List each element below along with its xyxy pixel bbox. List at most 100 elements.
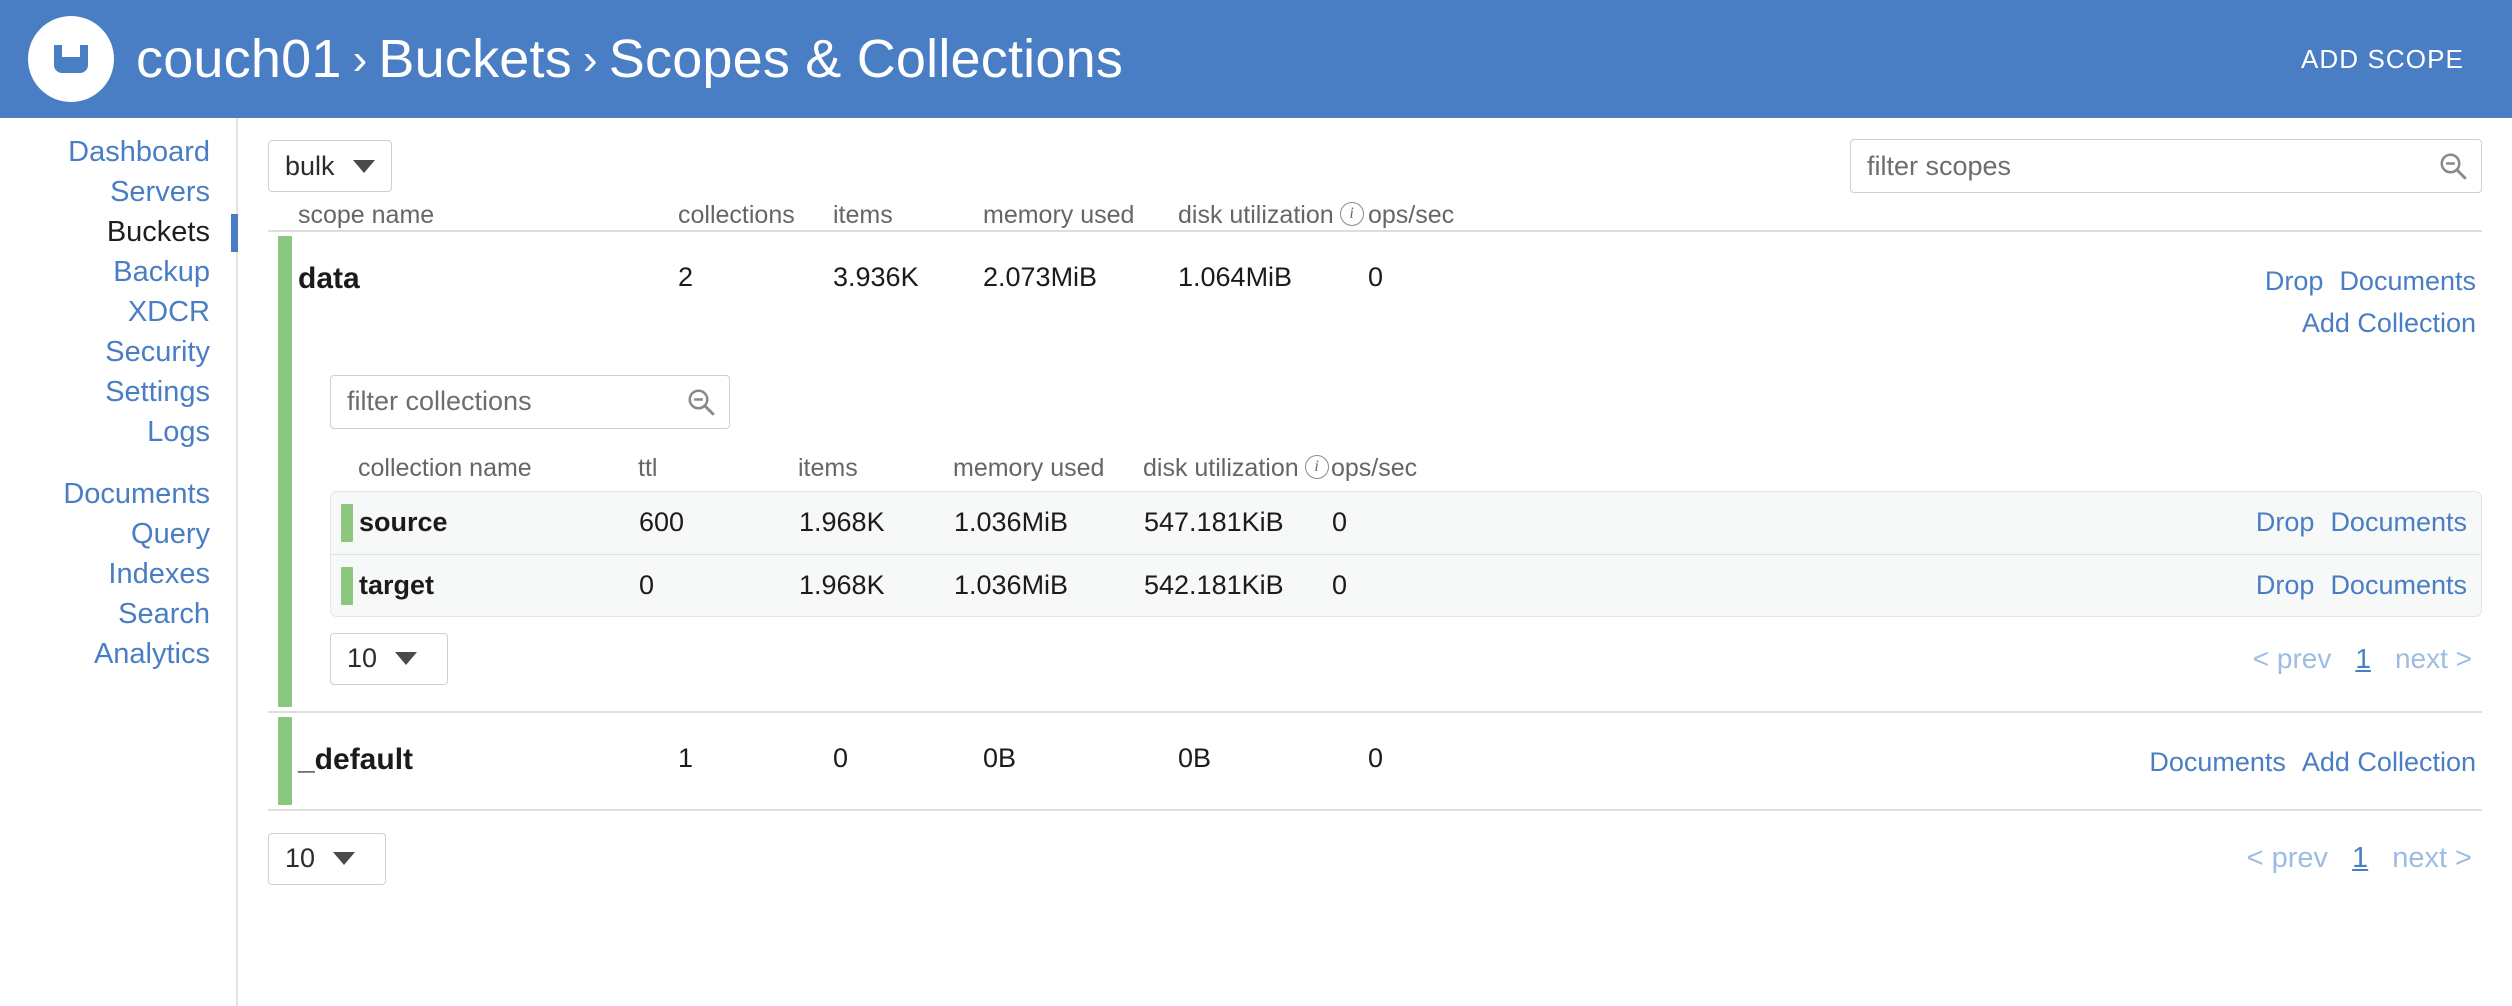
scope-documents-link[interactable]: Documents xyxy=(2339,266,2476,296)
bucket-select[interactable]: bulk xyxy=(268,140,392,192)
page-number-1[interactable]: 1 xyxy=(2352,842,2368,875)
column-ttl: ttl xyxy=(638,454,798,483)
scope-accent-bar xyxy=(278,717,292,805)
prev-page-link[interactable]: < prev xyxy=(2253,643,2332,675)
scope-actions: Drop Documents Add Collection xyxy=(1518,262,2482,343)
sidebar-item-dashboard[interactable]: Dashboard xyxy=(0,132,236,172)
column-disk-utilization-label: disk utilization xyxy=(1178,201,1334,229)
scope-documents-link[interactable]: Documents xyxy=(2149,747,2286,777)
page-body: Dashboard Servers Buckets Backup XDCR Se… xyxy=(0,118,2512,1006)
collection-ttl: 0 xyxy=(639,570,799,601)
column-items: items xyxy=(833,201,983,230)
chevron-down-icon xyxy=(333,852,355,865)
collection-memory-used: 1.036MiB xyxy=(954,570,1144,601)
sidebar-item-query[interactable]: Query xyxy=(0,514,236,554)
collections-panel: collection name ttl items memory used di… xyxy=(298,349,2482,711)
sidebar-item-security[interactable]: Security xyxy=(0,332,236,372)
scope-summary-row[interactable]: _default 1 0 0B 0B 0 DocumentsAdd Collec… xyxy=(298,713,2482,809)
scope-items: 0 xyxy=(833,743,983,774)
column-ops-sec: ops/sec xyxy=(1368,201,1518,230)
column-ops-sec: ops/sec xyxy=(1331,454,1481,483)
couchbase-logo-icon xyxy=(28,16,114,102)
drop-collection-link[interactable]: Drop xyxy=(2256,570,2315,600)
breadcrumb-item-cluster[interactable]: couch01 xyxy=(136,29,342,89)
info-icon[interactable]: i xyxy=(1305,455,1329,479)
collection-name: source xyxy=(359,507,639,538)
scopes-page-size-select[interactable]: 10 xyxy=(268,833,386,885)
collections-pager-controls: < prev 1 next > xyxy=(2253,643,2482,675)
table-row[interactable]: source 600 1.968K 1.036MiB 547.181KiB 0 … xyxy=(331,492,2481,554)
collection-filter-input[interactable] xyxy=(330,375,730,429)
prev-page-link[interactable]: < prev xyxy=(2247,842,2328,875)
scope-memory-used: 0B xyxy=(983,743,1178,774)
scope-accent-bar xyxy=(278,236,292,707)
sidebar-item-buckets[interactable]: Buckets xyxy=(0,212,236,252)
toolbar: bulk xyxy=(268,118,2482,192)
next-page-link[interactable]: next > xyxy=(2395,643,2472,675)
column-collection-name: collection name xyxy=(358,454,638,483)
collections-page-size-value: 10 xyxy=(347,643,377,674)
scope-ops-sec: 0 xyxy=(1368,262,1518,293)
scope-filter-input[interactable] xyxy=(1850,139,2482,193)
collection-documents-link[interactable]: Documents xyxy=(2330,570,2467,600)
collection-items: 1.968K xyxy=(799,507,954,538)
scopes-collections-page: couch01›Buckets›Scopes & Collections ADD… xyxy=(0,0,2512,1006)
breadcrumb-separator: › xyxy=(342,35,379,84)
breadcrumb: couch01›Buckets›Scopes & Collections xyxy=(136,32,1123,86)
table-row[interactable]: target 0 1.968K 1.036MiB 542.181KiB 0 Dr… xyxy=(331,554,2481,616)
couchbase-logo-glyph xyxy=(48,39,94,79)
sidebar-item-logs[interactable]: Logs xyxy=(0,412,236,452)
collection-items: 1.968K xyxy=(799,570,954,601)
collection-memory-used: 1.036MiB xyxy=(954,507,1144,538)
breadcrumb-separator: › xyxy=(572,35,609,84)
collection-ttl: 600 xyxy=(639,507,799,538)
sidebar-item-analytics[interactable]: Analytics xyxy=(0,634,236,674)
collection-filter-wrap xyxy=(330,375,730,429)
column-collections: collections xyxy=(678,201,833,230)
scopes-table: data 2 3.936K 2.073MiB 1.064MiB 0 DropDo… xyxy=(268,230,2482,811)
chevron-down-icon xyxy=(353,160,375,173)
sidebar-item-servers[interactable]: Servers xyxy=(0,172,236,212)
scopes-pager-controls: < prev 1 next > xyxy=(2247,842,2482,875)
scope-memory-used: 2.073MiB xyxy=(983,262,1178,293)
column-scope-name: scope name xyxy=(298,201,678,230)
collections-table: source 600 1.968K 1.036MiB 547.181KiB 0 … xyxy=(330,491,2482,617)
column-disk-utilization-label: disk utilization xyxy=(1143,454,1299,482)
column-memory-used: memory used xyxy=(983,201,1178,230)
search-icon[interactable] xyxy=(2438,151,2468,181)
scope-filter-wrap xyxy=(1850,139,2482,193)
collection-actions: Drop Documents xyxy=(1482,507,2481,538)
sidebar-item-backup[interactable]: Backup xyxy=(0,252,236,292)
scope-name: _default xyxy=(298,743,678,777)
info-icon[interactable]: i xyxy=(1340,202,1364,226)
search-icon[interactable] xyxy=(686,387,716,417)
sidebar-item-documents[interactable]: Documents xyxy=(0,474,236,514)
collection-accent-bar xyxy=(341,504,353,542)
collections-page-size-select[interactable]: 10 xyxy=(330,633,448,685)
sidebar-item-indexes[interactable]: Indexes xyxy=(0,554,236,594)
sidebar-item-xdcr[interactable]: XDCR xyxy=(0,292,236,332)
collection-documents-link[interactable]: Documents xyxy=(2330,507,2467,537)
breadcrumb-item-scopes: Scopes & Collections xyxy=(609,29,1123,89)
scope-collections-count: 1 xyxy=(678,743,833,774)
collections-pagination: 10 < prev 1 next > xyxy=(330,617,2482,711)
scope-summary-row[interactable]: data 2 3.936K 2.073MiB 1.064MiB 0 DropDo… xyxy=(298,232,2482,349)
add-collection-link[interactable]: Add Collection xyxy=(2302,308,2476,338)
app-header: couch01›Buckets›Scopes & Collections ADD… xyxy=(0,0,2512,118)
drop-collection-link[interactable]: Drop xyxy=(2256,507,2315,537)
sidebar-item-search[interactable]: Search xyxy=(0,594,236,634)
page-number-1[interactable]: 1 xyxy=(2355,643,2371,675)
sidebar-item-settings[interactable]: Settings xyxy=(0,372,236,412)
collection-disk-utilization: 542.181KiB xyxy=(1144,570,1332,601)
collection-ops-sec: 0 xyxy=(1332,570,1482,601)
sidebar-divider xyxy=(0,452,236,474)
scope-disk-utilization: 1.064MiB xyxy=(1178,262,1368,293)
add-collection-link[interactable]: Add Collection xyxy=(2302,747,2476,777)
add-scope-button[interactable]: ADD SCOPE xyxy=(2301,44,2464,75)
breadcrumb-item-buckets[interactable]: Buckets xyxy=(378,29,572,89)
drop-scope-link[interactable]: Drop xyxy=(2265,266,2324,296)
next-page-link[interactable]: next > xyxy=(2392,842,2472,875)
collection-ops-sec: 0 xyxy=(1332,507,1482,538)
scope-row-data: data 2 3.936K 2.073MiB 1.064MiB 0 DropDo… xyxy=(268,230,2482,711)
collection-disk-utilization: 547.181KiB xyxy=(1144,507,1332,538)
